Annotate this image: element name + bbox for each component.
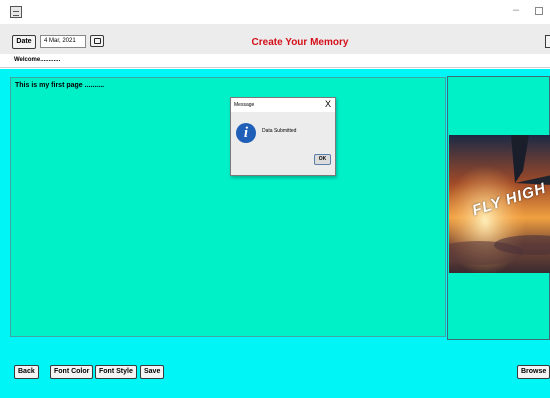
welcome-label: Welcome............ (14, 57, 61, 63)
dialog-header: Message X (231, 98, 335, 112)
partial-button[interactable] (545, 35, 550, 48)
browse-button[interactable]: Browse (517, 365, 550, 379)
info-icon: i (236, 123, 256, 143)
calendar-icon (94, 38, 101, 44)
top-toolbar: Date 4 Mar, 2021 Create Your Memory (0, 24, 550, 54)
ok-button[interactable]: OK (314, 154, 331, 165)
date-button[interactable]: Date (12, 35, 36, 49)
minimize-button[interactable]: – (513, 4, 519, 16)
font-color-button[interactable]: Font Color (50, 365, 94, 379)
title-bar: – (0, 0, 550, 24)
dialog-title: Message (234, 102, 255, 108)
dialog-message: Data Submitted (262, 128, 297, 134)
close-icon[interactable]: X (325, 99, 331, 109)
page-title: Create Your Memory (251, 37, 349, 48)
font-style-button[interactable]: Font Style (95, 365, 137, 379)
app-icon (10, 6, 22, 18)
save-button[interactable]: Save (140, 365, 165, 379)
image-panel: FLY HIGH (447, 76, 550, 340)
date-field[interactable]: 4 Mar, 2021 (40, 35, 86, 48)
welcome-bar: Welcome............ (0, 54, 550, 68)
message-dialog: Message X i Data Submitted OK (230, 97, 336, 176)
back-button[interactable]: Back (14, 365, 39, 379)
text-editor[interactable]: This is my first page .......... (10, 77, 446, 337)
maximize-button[interactable] (535, 7, 543, 15)
editor-text: This is my first page .......... (15, 82, 105, 89)
fly-high-photo: FLY HIGH (449, 135, 550, 273)
calendar-button[interactable] (90, 35, 104, 47)
